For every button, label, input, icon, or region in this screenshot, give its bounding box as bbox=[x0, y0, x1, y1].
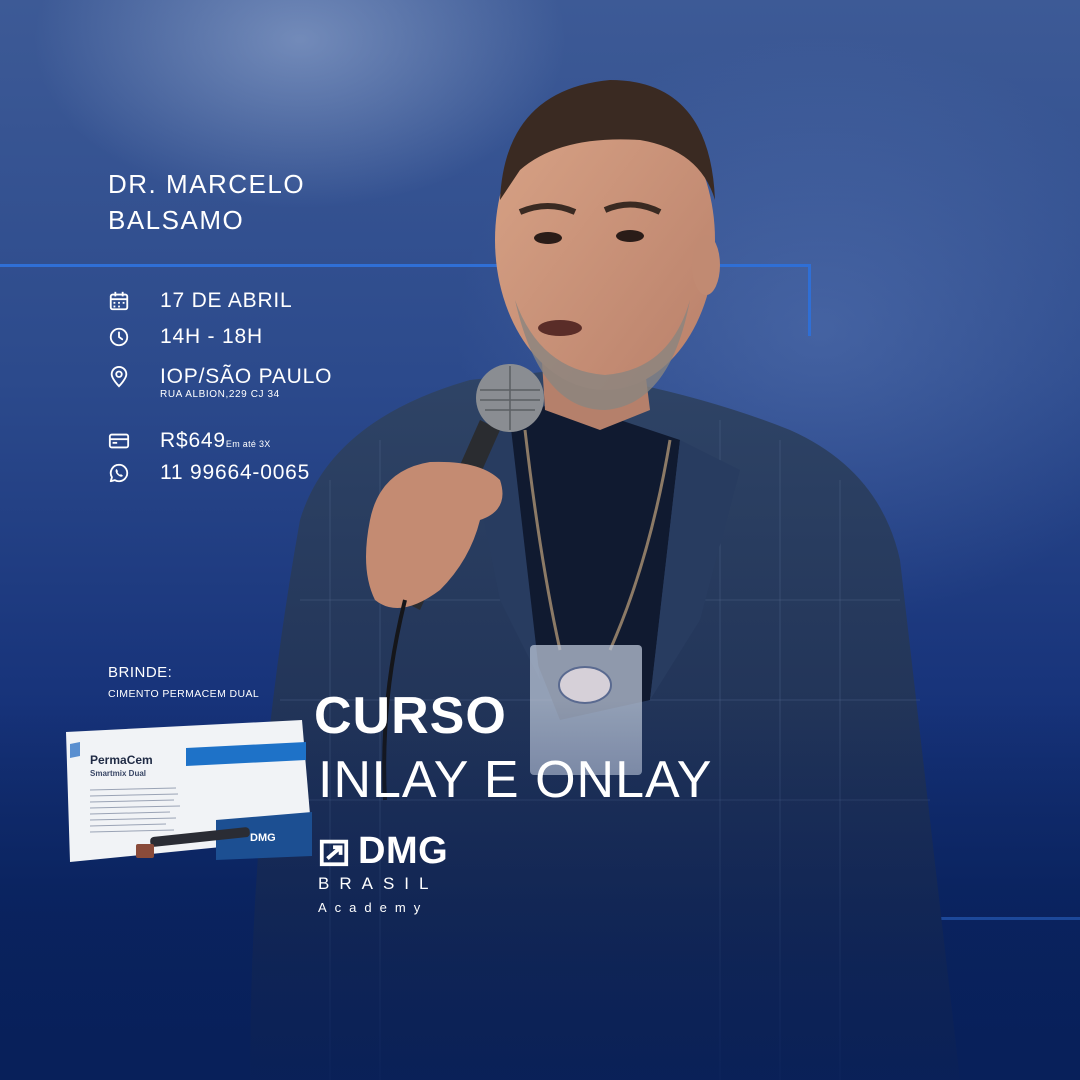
event-date: 17 DE ABRIL bbox=[160, 289, 293, 312]
product-maker: DMG bbox=[250, 832, 276, 844]
course-title: INLAY E ONLAY bbox=[318, 751, 713, 809]
info-time: 14H - 18H bbox=[108, 325, 262, 348]
product-brand: PermaCem bbox=[90, 753, 153, 767]
speaker-name-line1: DR. MARCELO bbox=[108, 169, 306, 199]
info-price: R$649Em até 3X bbox=[108, 429, 270, 452]
event-venue: IOP/SÃO PAULO bbox=[160, 365, 333, 388]
event-price-note: Em até 3X bbox=[225, 439, 271, 449]
info-phone: 11 99664-0065 bbox=[108, 461, 309, 484]
event-price-group: R$649Em até 3X bbox=[160, 429, 271, 453]
product-box-image: PermaCem Smartmix Dual DMG bbox=[66, 720, 312, 862]
product-variant: Smartmix Dual bbox=[90, 769, 146, 778]
course-label: CURSO bbox=[314, 687, 507, 745]
event-phone: 11 99664-0065 bbox=[160, 461, 311, 484]
gift-item: CIMENTO PERMACEM DUAL bbox=[108, 688, 260, 700]
event-address: RUA ALBION,229 CJ 34 bbox=[160, 389, 280, 400]
logo-division: Academy bbox=[318, 900, 429, 915]
course-flyer: DR. MARCELO BALSAMO 17 DE ABRIL 14H - 18… bbox=[0, 0, 1080, 1080]
dmg-brasil-academy-logo: DMG BRASIL Academy bbox=[318, 830, 448, 915]
speaker-photo bbox=[0, 80, 1080, 1080]
gift-label: BRINDE: bbox=[108, 664, 173, 681]
dmg-mark-icon bbox=[319, 839, 349, 866]
credit-card-icon bbox=[108, 433, 130, 449]
logo-country: BRASIL bbox=[318, 874, 439, 893]
event-time: 14H - 18H bbox=[160, 325, 263, 348]
clock-icon bbox=[109, 327, 129, 347]
location-pin-icon bbox=[110, 366, 128, 388]
speaker-name: DR. MARCELO BALSAMO bbox=[108, 166, 305, 238]
whatsapp-icon bbox=[109, 463, 129, 483]
event-price: R$649 bbox=[160, 429, 226, 452]
logo-name: DMG bbox=[358, 830, 449, 872]
calendar-icon bbox=[109, 291, 129, 311]
logo-wordmark: DMG bbox=[318, 830, 448, 873]
speaker-name-line2: BALSAMO bbox=[108, 205, 245, 235]
info-venue: IOP/SÃO PAULO bbox=[108, 364, 331, 390]
info-date: 17 DE ABRIL bbox=[108, 289, 292, 312]
